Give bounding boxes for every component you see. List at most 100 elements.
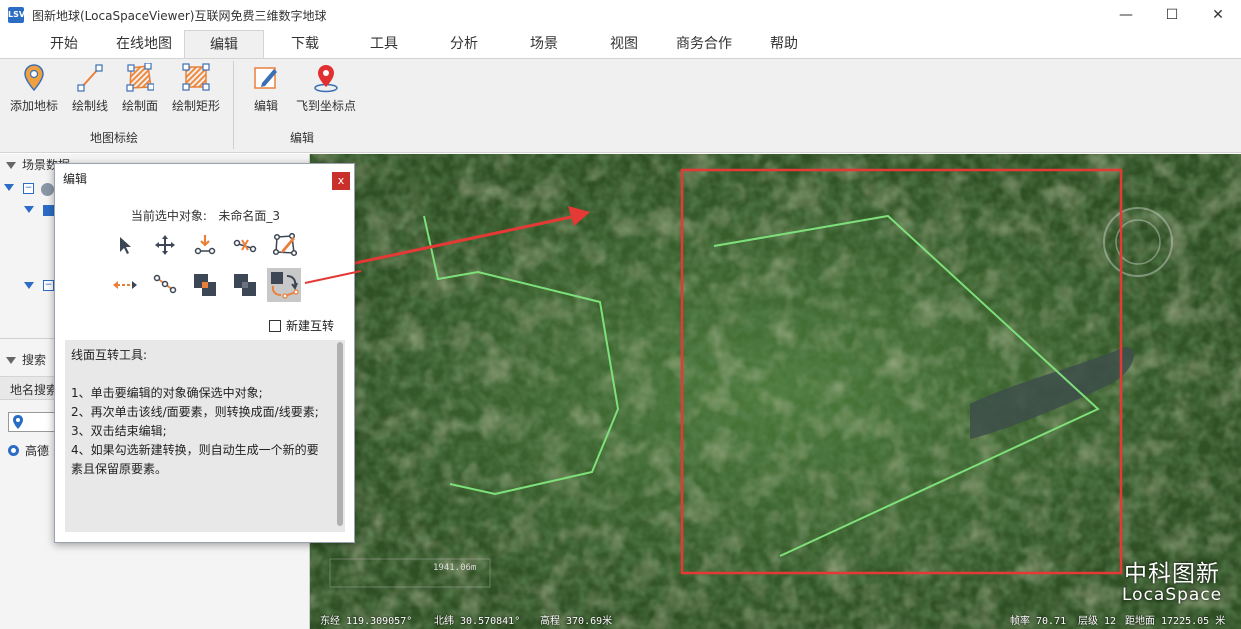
map-status-bar: 东经 119.309057° 北纬 30.570841° 高程 370.69米 … — [310, 607, 1241, 629]
minimize-icon[interactable]: — — [1103, 0, 1149, 30]
location-pin-icon — [13, 415, 23, 429]
tree-expand-icon[interactable] — [4, 184, 14, 194]
group-label-edit: 编辑 — [290, 131, 315, 145]
group-separator — [233, 61, 234, 149]
maximize-icon[interactable]: ☐ — [1149, 0, 1195, 30]
insert-vertex-tool-button[interactable] — [191, 231, 219, 259]
tab-help[interactable]: 帮助 — [757, 30, 811, 58]
help-line-2: 2、再次单击该线/面要素，则转换成面/线要素; — [71, 405, 319, 419]
annotation-arrow-tail — [304, 270, 362, 284]
group-label-plotting: 地图标绘 — [90, 131, 139, 145]
selected-object-name: 未命名面_3 — [218, 209, 281, 223]
tab-analysis[interactable]: 分析 — [437, 30, 491, 58]
tree-collapse-box-icon-2[interactable]: − — [43, 280, 54, 291]
search-header-label: 搜索 — [22, 353, 47, 367]
edit-label: 编辑 — [253, 99, 278, 113]
app-logo-icon: LSV — [8, 7, 25, 23]
window-title: 图新地球(LocaSpaceViewer)互联网免费三维数字地球 — [32, 8, 327, 23]
provider-radio-gaode[interactable]: 高德 — [8, 442, 49, 459]
add-placemark-button[interactable]: 添加地标 — [6, 63, 62, 114]
fly-to-coordinate-label: 飞到坐标点 — [295, 99, 356, 113]
reverse-direction-icon — [113, 281, 137, 289]
selected-object-prefix: 当前选中对象: — [130, 209, 207, 223]
move-tool-button[interactable] — [151, 231, 179, 259]
reverse-direction-tool-button[interactable] — [111, 271, 139, 299]
tree-expand-icon-3[interactable] — [24, 282, 34, 292]
scale-label: 1941.06m — [433, 563, 477, 573]
tree-expand-icon-2[interactable] — [24, 206, 34, 216]
split-line-tool-button[interactable] — [151, 271, 179, 299]
checkbox-box[interactable] — [269, 319, 281, 332]
union-tool-button[interactable] — [191, 271, 219, 299]
tab-online-map[interactable]: 在线地图 — [106, 30, 182, 58]
radio-selected-icon — [8, 445, 19, 456]
globe-icon — [41, 183, 54, 196]
insert-vertex-icon — [194, 235, 216, 255]
help-spacer — [71, 365, 339, 384]
close-icon[interactable]: ✕ — [1195, 0, 1241, 30]
draw-line-button[interactable]: 绘制线 — [66, 63, 114, 114]
fly-to-coordinate-icon — [314, 65, 338, 93]
tab-tools[interactable]: 工具 — [357, 30, 411, 58]
watermark-cn: 中科图新 — [1124, 561, 1220, 587]
highlight-rectangle — [680, 168, 1123, 575]
dialog-close-button[interactable]: x — [332, 172, 350, 190]
tab-business[interactable]: 商务合作 — [670, 30, 738, 58]
delete-vertex-tool-button[interactable] — [231, 231, 259, 259]
elevation-readout: 高程 370.69米 — [540, 616, 613, 627]
ribbon: 添加地标 绘制线 绘制面 绘制矩形 地图标绘 编辑 飞到坐标点 编辑 — [0, 58, 1241, 153]
latitude-readout: 北纬 30.570841° — [434, 616, 521, 627]
placemark-pin-icon — [24, 64, 44, 92]
tree-collapse-box-icon[interactable]: − — [23, 183, 34, 194]
longitude-readout: 东经 119.309057° — [320, 616, 413, 627]
line-feature-left[interactable] — [423, 215, 620, 496]
edit-button[interactable]: 编辑 — [248, 63, 284, 114]
fps-readout: 帧率 70.71 — [1010, 616, 1067, 627]
draw-polygon-button[interactable]: 绘制面 — [116, 63, 164, 114]
draw-line-icon — [77, 64, 103, 92]
app-window: LSV 图新地球(LocaSpaceViewer)互联网免费三维数字地球 — ☐… — [0, 0, 1241, 629]
tab-place-search[interactable]: 地名搜索 — [10, 381, 58, 398]
feature-overlay — [310, 168, 1123, 575]
ribbon-tabs: 开始 在线地图 编辑 下载 工具 分析 场景 视图 商务合作 帮助 — [0, 30, 1241, 58]
selected-object-line: 当前选中对象: 未命名面_3 — [55, 207, 356, 224]
watermark-en: LocaSpace — [1122, 585, 1223, 605]
tab-scene[interactable]: 场景 — [517, 30, 571, 58]
help-title: 线面互转工具: — [71, 348, 148, 362]
difference-icon — [234, 274, 256, 296]
select-tool-button[interactable] — [111, 231, 139, 259]
edit-pencil-icon — [254, 67, 277, 89]
window-controls: — ☐ ✕ — [1103, 0, 1241, 30]
line-polygon-convert-tool-button[interactable] — [267, 268, 301, 302]
help-line-3: 3、双击结束编辑; — [71, 424, 167, 438]
draw-polygon-icon — [126, 63, 154, 92]
draw-rectangle-label: 绘制矩形 — [171, 99, 220, 113]
edit-shape-tool-button[interactable] — [271, 231, 299, 259]
help-text-panel: 线面互转工具: 1、单击要编辑的对象确保选中对象; 2、再次单击该线/面要素，则… — [65, 340, 345, 532]
map-viewport[interactable]: 1941.06m — [310, 154, 1241, 629]
fly-to-coordinate-button[interactable]: 飞到坐标点 — [292, 63, 360, 114]
line-feature-right[interactable] — [713, 214, 1100, 557]
line-polygon-convert-icon — [271, 272, 299, 299]
new-convert-checkbox[interactable]: 新建互转 — [269, 317, 334, 334]
tab-start[interactable]: 开始 — [36, 30, 92, 58]
union-icon — [194, 274, 216, 296]
tab-download[interactable]: 下载 — [278, 30, 332, 58]
title-bar: LSV 图新地球(LocaSpaceViewer)互联网免费三维数字地球 — ☐… — [0, 0, 1241, 30]
tab-view[interactable]: 视图 — [597, 30, 651, 58]
help-scrollbar[interactable] — [337, 342, 343, 526]
tab-edit[interactable]: 编辑 — [184, 30, 264, 58]
difference-tool-button[interactable] — [231, 271, 259, 299]
layer-checkbox[interactable] — [43, 205, 54, 216]
edit-dialog: 编辑 x 当前选中对象: 未命名面_3 新建互转 线面互转工具: 1、单击要编辑… — [54, 163, 362, 543]
level-readout: 层级 12 — [1078, 616, 1117, 627]
draw-rectangle-icon — [182, 63, 210, 91]
collapse-triangle-icon — [6, 162, 16, 169]
move-icon — [155, 235, 175, 255]
add-placemark-label: 添加地标 — [9, 99, 58, 113]
dialog-title[interactable]: 编辑 — [55, 164, 354, 194]
select-arrow-icon — [120, 237, 131, 254]
edit-shape-icon — [273, 233, 297, 257]
help-line-1: 1、单击要编辑的对象确保选中对象; — [71, 386, 263, 400]
draw-rectangle-button[interactable]: 绘制矩形 — [168, 63, 224, 114]
